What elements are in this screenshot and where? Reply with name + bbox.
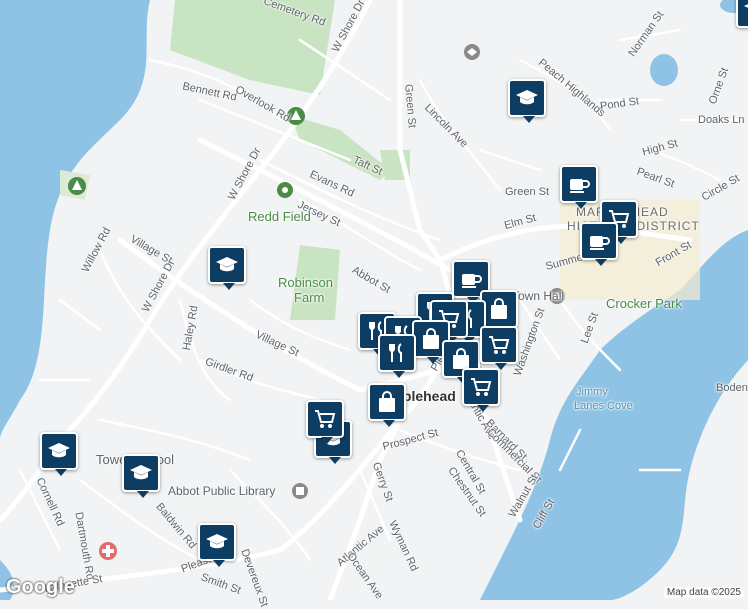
shopping-bag-pin-icon[interactable] xyxy=(368,383,406,427)
school-pin-icon[interactable] xyxy=(122,454,160,498)
school-pin-icon[interactable] xyxy=(198,523,236,567)
shop-pin-icon[interactable] xyxy=(480,326,518,370)
library-label-abbot: Abbot Public Library xyxy=(168,484,276,498)
school-pin-icon[interactable] xyxy=(40,432,78,476)
restaurant-pin-icon[interactable] xyxy=(378,334,416,378)
cafe-pin-icon[interactable] xyxy=(580,222,618,266)
water-label-jimmy-1: Jimmy xyxy=(576,386,608,398)
school-pin-icon[interactable] xyxy=(508,79,546,123)
shop-pin-icon[interactable] xyxy=(306,400,344,444)
park-label-robinson-2: Farm xyxy=(294,290,325,305)
place-label-boden: Boden xyxy=(716,382,748,394)
park-label-crocker: Crocker Park xyxy=(606,296,682,311)
street-label: Green St xyxy=(505,186,550,198)
street-label: Doaks Ln xyxy=(698,114,745,126)
water-label-jimmy-2: Lanes Cove xyxy=(574,400,633,412)
school-pin-icon[interactable] xyxy=(208,246,246,290)
park-label-redd-field: Redd Field xyxy=(248,209,311,224)
google-logo: Google xyxy=(6,576,75,598)
map-attribution[interactable]: Map data ©2025 xyxy=(663,587,744,598)
school-pin-icon[interactable] xyxy=(736,0,748,28)
park-label-robinson-1: Robinson xyxy=(278,275,333,290)
map-canvas[interactable]: Cemetery Rd W Shore Dr Bennett Rd Overlo… xyxy=(0,0,748,608)
town-hall-label: Town Hall xyxy=(512,289,565,303)
cafe-pin-icon[interactable] xyxy=(560,165,598,209)
shop-pin-icon[interactable] xyxy=(462,368,500,412)
